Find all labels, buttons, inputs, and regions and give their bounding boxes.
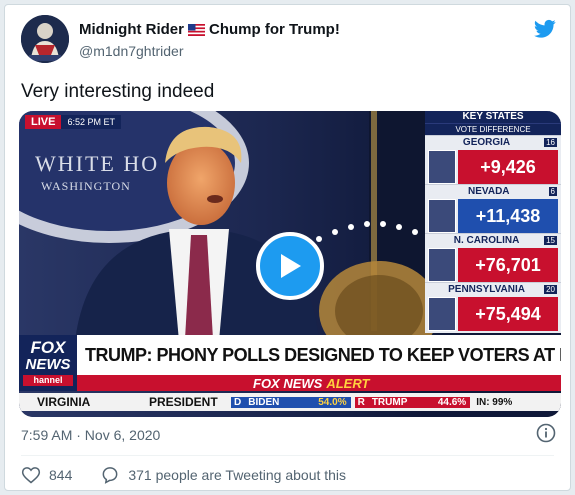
display-name-suffix[interactable]: Chump for Trump! — [209, 21, 340, 38]
tweet-timestamp[interactable]: 7:59 AM · Nov 6, 2020 — [21, 427, 160, 443]
headline-bar: TRUMP: PHONY POLLS DESIGNED TO KEEP VOTE… — [77, 335, 561, 375]
backdrop-text-2: WASHINGTON — [41, 179, 131, 193]
info-icon[interactable] — [536, 423, 556, 443]
reporting-pct: IN: 99% — [476, 396, 513, 408]
alert-word: ALERT — [326, 375, 370, 391]
display-name[interactable]: Midnight Rider — [79, 21, 184, 38]
rep-pct: 44.6% — [433, 396, 471, 408]
state-margin: +11,438 — [458, 199, 558, 233]
alert-brand: FOX NEWS — [253, 375, 323, 391]
play-icon — [281, 254, 301, 278]
logo-line-1: FOX — [30, 338, 66, 357]
panel-subheader: VOTE DIFFERENCE — [425, 123, 561, 135]
state-ev: 16 — [544, 138, 557, 147]
state-margin: +9,426 — [458, 150, 558, 184]
logo-line-3: hannel — [23, 375, 73, 386]
ticker-race: PRESIDENT — [149, 395, 218, 409]
live-label: LIVE — [25, 115, 62, 129]
rep-name: TRUMP — [367, 396, 434, 408]
us-flag-icon — [188, 23, 205, 36]
live-time: 6:52 PM ET — [61, 115, 121, 129]
alert-bar: FOX NEWS ALERT — [77, 375, 561, 391]
state-name: N. CAROLINA — [453, 235, 520, 246]
action-bar: 844 371 people are Tweeting about this — [21, 465, 346, 485]
like-count[interactable]: 844 — [49, 467, 72, 483]
state-margin: +75,494 — [458, 297, 558, 331]
candidate-photo — [428, 199, 456, 233]
author-handle[interactable]: @m1dn7ghtrider — [79, 43, 184, 59]
reply-conversation-link[interactable]: 371 people are Tweeting about this — [100, 465, 346, 485]
reply-bubble-icon[interactable] — [100, 465, 120, 485]
states-list: GEORGIA 16 +9,426 NEVADA 6 +11,438 N. CAROLINA… — [425, 135, 561, 331]
dem-name: BIDEN — [244, 396, 315, 408]
candidate-photo — [428, 297, 456, 331]
tweet-card[interactable]: Midnight Rider Chump for Trump! @m1dn7gh… — [4, 4, 571, 491]
panel-header: KEY STATES — [425, 111, 561, 123]
key-states-panel: KEY STATES VOTE DIFFERENCE GEORGIA 16 +9,4… — [425, 111, 561, 333]
state-ev: 6 — [548, 187, 557, 196]
rep-tag: R — [354, 396, 368, 408]
heart-icon[interactable] — [21, 465, 41, 485]
state-margin: +76,701 — [458, 248, 558, 282]
state-name: PENNSYLVANIA — [448, 284, 525, 295]
play-button[interactable] — [256, 232, 324, 300]
state-ev: 15 — [544, 236, 557, 245]
avatar[interactable] — [21, 15, 69, 63]
reply-label[interactable]: 371 people are Tweeting about this — [128, 467, 346, 483]
live-badge: LIVE 6:52 PM ET — [25, 115, 121, 129]
logo-line-2: NEWS — [25, 356, 71, 373]
state-ev: 20 — [544, 285, 557, 294]
divider — [21, 455, 554, 456]
ticker-state: VIRGINIA — [37, 395, 91, 409]
state-row: NEVADA 6 +11,438 — [425, 184, 561, 233]
state-row: N. CAROLINA 15 +76,701 — [425, 233, 561, 282]
tweet-text: Very interesting indeed — [21, 81, 215, 102]
state-name: NEVADA — [468, 186, 510, 197]
candidate-photo — [428, 150, 456, 184]
state-row: PENNSYLVANIA 20 +75,494 — [425, 282, 561, 331]
candidate-photo — [428, 248, 456, 282]
fox-news-logo: FOX NEWS hannel — [19, 335, 77, 391]
twitter-bird-icon[interactable] — [534, 19, 556, 39]
election-ticker: VIRGINIA PRESIDENT D BIDEN 54.0% R TRUMP… — [19, 393, 561, 411]
state-row: GEORGIA 16 +9,426 — [425, 135, 561, 184]
author-name-row[interactable]: Midnight Rider Chump for Trump! — [79, 19, 340, 39]
dem-pct: 54.0% — [314, 396, 351, 408]
backdrop-text-1: WHITE HO — [35, 151, 160, 176]
like-button[interactable]: 844 — [21, 465, 72, 485]
state-name: GEORGIA — [462, 137, 511, 148]
headline-text: TRUMP: PHONY POLLS DESIGNED TO KEEP VOTE… — [85, 344, 561, 365]
video-player[interactable]: LIVE 6:52 PM ET WHITE HO WASHINGTON KEY … — [19, 111, 561, 417]
dem-tag: D — [231, 396, 245, 408]
